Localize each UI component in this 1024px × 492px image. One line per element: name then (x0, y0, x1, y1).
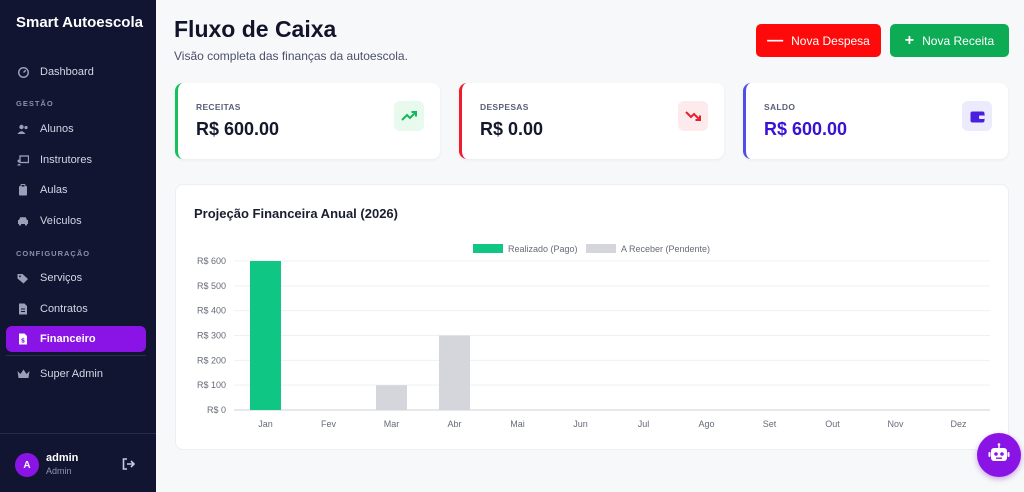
sidebar-item-dashboard[interactable]: Dashboard (6, 59, 146, 85)
sidebar-item-label: Financeiro (40, 333, 96, 345)
x-tick-label: Nov (887, 419, 904, 429)
logout-icon[interactable] (122, 457, 136, 471)
avatar[interactable]: A (15, 453, 39, 477)
x-tick-label: Ago (698, 419, 714, 429)
sidebar-item-servicos[interactable]: Serviços (6, 265, 146, 291)
new-income-label: Nova Receita (922, 33, 995, 48)
y-tick-label: R$ 500 (197, 281, 226, 291)
legend-label: Realizado (Pago) (508, 244, 578, 254)
sidebar-item-label: Instrutores (40, 154, 92, 166)
chalkboard-icon (16, 153, 30, 167)
wallet-icon (962, 101, 992, 131)
x-tick-label: Mar (384, 419, 400, 429)
crown-icon (16, 367, 30, 381)
user-role: Admin (46, 466, 72, 476)
users-icon (16, 122, 30, 136)
y-tick-label: R$ 0 (207, 405, 226, 415)
expense-card: DESPESAS R$ 0.00 (459, 83, 724, 159)
balance-card: SALDO R$ 600.00 (743, 83, 1008, 159)
x-tick-label: Jan (258, 419, 273, 429)
sidebar-item-aulas[interactable]: Aulas (6, 177, 146, 203)
x-tick-label: Jul (638, 419, 650, 429)
trend-down-icon (678, 101, 708, 131)
y-tick-label: R$ 200 (197, 355, 226, 365)
chart-card: Projeção Financeira Anual (2026) R$ 0 R$ … (175, 184, 1009, 450)
y-tick-label: R$ 600 (197, 256, 226, 266)
x-tick-label: Jun (573, 419, 588, 429)
page-subtitle: Visão completa das finanças da autoescol… (174, 49, 408, 63)
tags-icon (16, 271, 30, 285)
balance-value: R$ 600.00 (764, 119, 848, 139)
bar-mar (376, 385, 407, 410)
sidebar-item-super-admin[interactable]: Super Admin (6, 361, 146, 387)
revenue-value: R$ 600.00 (196, 119, 280, 139)
svg-text:$: $ (21, 338, 25, 345)
sidebar-divider (6, 355, 146, 356)
bar-jan (250, 261, 281, 410)
x-tick-label: Abr (447, 419, 461, 429)
sidebar-item-veiculos[interactable]: Veículos (6, 208, 146, 234)
sidebar-item-alunos[interactable]: Alunos (6, 116, 146, 142)
sidebar-item-label: Serviços (40, 272, 83, 284)
minus-icon: — (767, 31, 784, 49)
x-tick-label: Out (825, 419, 840, 429)
sidebar-item-label: Contratos (40, 303, 88, 315)
bar-abr (439, 335, 470, 410)
gauge-icon (16, 65, 30, 79)
user-name: admin (46, 452, 79, 464)
brand-logo[interactable]: Smart Autoescola (16, 14, 143, 31)
balance-label: SALDO (764, 102, 796, 112)
y-tick-label: R$ 400 (197, 306, 226, 316)
sidebar-item-contratos[interactable]: Contratos (6, 296, 146, 322)
expense-value: R$ 0.00 (480, 119, 544, 139)
invoice-icon: $ (16, 332, 30, 346)
new-expense-label: Nova Despesa (791, 33, 870, 48)
clipboard-icon (16, 183, 30, 197)
x-tick-label: Mai (510, 419, 525, 429)
robot-icon (988, 442, 1010, 468)
plus-icon: + (904, 31, 915, 49)
x-tick-label: Dez (950, 419, 967, 429)
user-divider (0, 433, 156, 434)
x-tick-label: Set (763, 419, 777, 429)
chatbot-button[interactable] (977, 433, 1021, 477)
sidebar-item-label: Alunos (40, 123, 74, 135)
sidebar-item-label: Veículos (40, 215, 82, 227)
section-gestao: GESTÃO (16, 99, 54, 108)
new-expense-button[interactable]: — Nova Despesa (756, 24, 881, 57)
section-configuracao: CONFIGURAÇÃO (16, 249, 91, 258)
y-tick-label: R$ 100 (197, 380, 226, 390)
expense-label: DESPESAS (480, 102, 529, 112)
revenue-card: RECEITAS R$ 600.00 (175, 83, 440, 159)
sidebar-item-financeiro[interactable]: $ Financeiro (6, 326, 146, 352)
legend-label: A Receber (Pendente) (621, 244, 710, 254)
trend-up-icon (394, 101, 424, 131)
car-icon (16, 214, 30, 228)
sidebar-item-instrutores[interactable]: Instrutores (6, 147, 146, 173)
legend-swatch (473, 244, 503, 253)
sidebar: Smart Autoescola Dashboard GESTÃO Alunos… (0, 0, 156, 492)
revenue-label: RECEITAS (196, 102, 241, 112)
financial-projection-chart: R$ 0 R$ 100 R$ 200 R$ 300 R$ 400 R$ 500 R$ 600… (197, 244, 990, 429)
sidebar-item-label: Super Admin (40, 368, 103, 380)
sidebar-item-label: Aulas (40, 184, 68, 196)
new-income-button[interactable]: + Nova Receita (890, 24, 1009, 57)
file-icon (16, 302, 30, 316)
x-tick-label: Fev (321, 419, 337, 429)
sidebar-item-label: Dashboard (40, 66, 94, 78)
legend-swatch (586, 244, 616, 253)
page-title: Fluxo de Caixa (174, 16, 337, 42)
y-tick-label: R$ 300 (197, 331, 226, 341)
